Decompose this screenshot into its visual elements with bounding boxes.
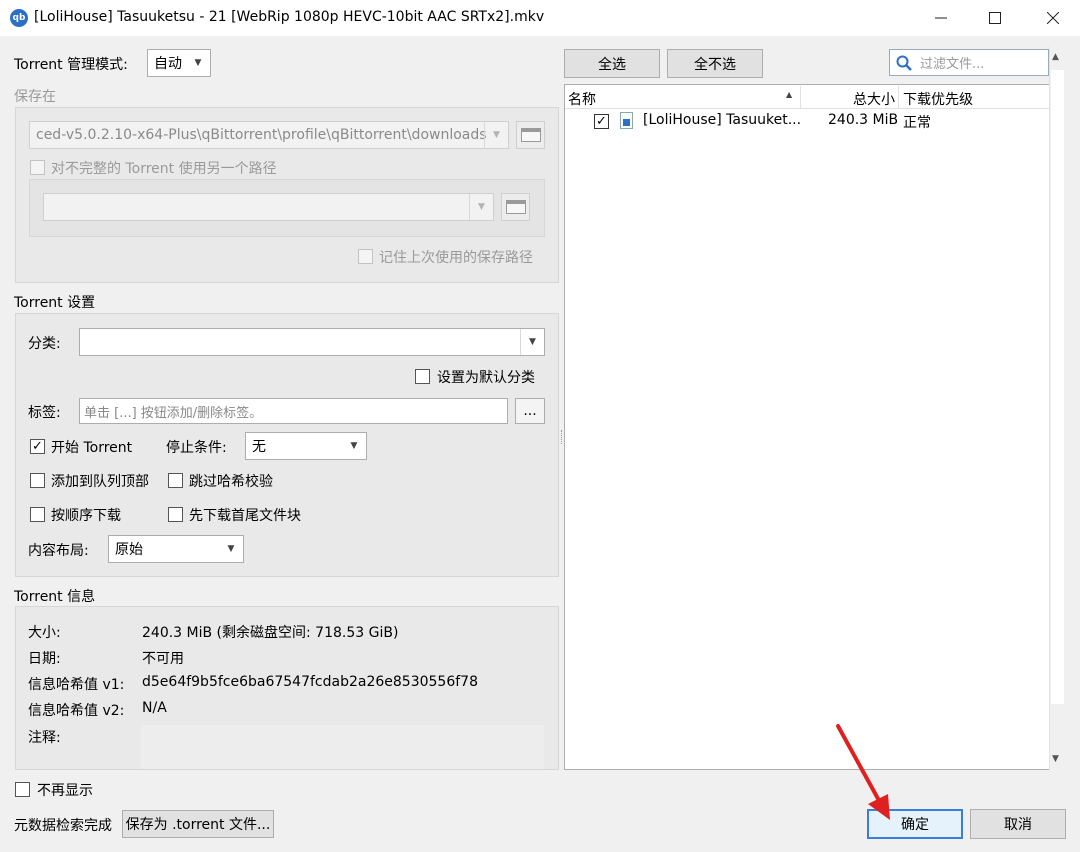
close-button[interactable] [1030, 0, 1076, 36]
scrollbar-track[interactable] [1051, 70, 1064, 704]
select-all-button[interactable]: 全选 [564, 49, 660, 78]
tags-label: 标签: [28, 405, 61, 421]
hash-v1-label: 信息哈希值 v1: [28, 677, 125, 693]
chevron-down-icon: ▼ [484, 122, 508, 148]
browse-alt-path-button[interactable] [501, 193, 530, 221]
layout-label: 内容布局: [28, 543, 89, 559]
hash-v2-label: 信息哈希值 v2: [28, 703, 125, 719]
maximize-icon [989, 12, 1001, 24]
mode-value: 自动 [154, 56, 182, 72]
window-title: [LoliHouse] Tasuuketsu - 21 [WebRip 1080… [34, 9, 545, 25]
save-torrent-file-button[interactable]: 保存为 .torrent 文件... [122, 810, 274, 838]
file-name: [LoliHouse] Tasuuket... [643, 112, 802, 128]
metadata-status: 元数据检索完成 [14, 818, 112, 834]
size-label: 大小: [28, 625, 61, 641]
dont-show-label: 不再显示 [37, 783, 93, 799]
chevron-down-icon: ▼ [227, 544, 235, 554]
cancel-button[interactable]: 取消 [970, 809, 1066, 839]
chevron-down-icon: ▼ [469, 194, 493, 220]
column-divider [898, 86, 899, 108]
start-torrent-checkbox[interactable]: ✓ [30, 439, 45, 454]
info-title: Torrent 信息 [14, 589, 96, 605]
sequential-label: 按顺序下载 [51, 508, 121, 524]
remember-path-checkbox[interactable] [358, 249, 373, 264]
sort-ascending-icon: ▲ [786, 90, 793, 99]
tags-input[interactable]: 单击 [...] 按钮添加/删除标签。 [79, 398, 508, 424]
maximize-button[interactable] [972, 0, 1018, 36]
file-size: 240.3 MiB [828, 112, 899, 128]
column-priority[interactable]: 下载优先级 [903, 89, 973, 109]
file-list-header [565, 85, 1049, 109]
column-name[interactable]: 名称 [568, 89, 596, 109]
category-combobox[interactable]: ▼ [79, 328, 545, 356]
file-priority: 正常 [903, 115, 931, 131]
skip-hash-label: 跳过哈希校验 [189, 474, 273, 490]
save-in-label: 保存在 [14, 89, 56, 105]
close-icon [1047, 12, 1059, 24]
default-category-checkbox[interactable] [415, 369, 430, 384]
chevron-down-icon: ▼ [520, 329, 544, 355]
column-size[interactable]: 总大小 [853, 89, 895, 109]
file-checkbox[interactable]: ✓ [594, 114, 609, 129]
filter-placeholder: 过滤文件... [920, 57, 985, 72]
first-last-label: 先下载首尾文件块 [189, 508, 301, 524]
search-icon [896, 55, 912, 71]
layout-combobox[interactable]: 原始 ▼ [108, 535, 244, 563]
scroll-down-icon[interactable]: ▼ [1052, 754, 1059, 764]
start-torrent-label: 开始 Torrent [51, 440, 133, 456]
dont-show-checkbox[interactable] [15, 782, 30, 797]
stop-condition-label: 停止条件: [166, 440, 227, 456]
size-value: 240.3 MiB (剩余磁盘空间: 718.53 GiB) [142, 625, 399, 641]
edit-tags-button[interactable]: ... [515, 398, 545, 424]
video-file-icon [620, 112, 633, 129]
browse-save-path-button[interactable] [516, 121, 545, 149]
mode-combobox[interactable]: 自动 ▼ [147, 49, 211, 77]
qbittorrent-app-icon: qb [10, 9, 28, 27]
hash-v1-value: d5e64f9b5fce6ba67547fcdab2a26e8530556f78 [142, 674, 478, 690]
add-top-queue-checkbox[interactable] [30, 473, 45, 488]
save-path-combobox[interactable]: ced-v5.0.2.10-x64-Plus\qBittorrent\profi… [29, 121, 509, 149]
date-value: 不可用 [142, 651, 184, 667]
first-last-checkbox[interactable] [168, 507, 183, 522]
default-category-label: 设置为默认分类 [437, 370, 535, 386]
skip-hash-checkbox[interactable] [168, 473, 183, 488]
layout-value: 原始 [115, 542, 143, 558]
minimize-button[interactable] [918, 0, 964, 36]
alt-path-combobox[interactable]: ▼ [43, 193, 494, 221]
mode-label: Torrent 管理模式: [14, 57, 128, 73]
date-label: 日期: [28, 651, 61, 667]
stop-condition-value: 无 [252, 439, 266, 455]
comment-label: 注释: [28, 730, 61, 746]
alt-path-checkbox[interactable] [30, 160, 45, 175]
remember-path-label: 记住上次使用的保存路径 [379, 250, 533, 266]
sequential-checkbox[interactable] [30, 507, 45, 522]
tags-placeholder: 单击 [...] 按钮添加/删除标签。 [84, 405, 263, 421]
add-top-queue-label: 添加到队列顶部 [51, 474, 149, 490]
chevron-down-icon: ▼ [194, 58, 202, 68]
settings-title: Torrent 设置 [14, 295, 96, 311]
select-none-button[interactable]: 全不选 [667, 49, 763, 78]
scroll-up-icon[interactable]: ▲ [1052, 52, 1059, 62]
stop-condition-combobox[interactable]: 无 ▼ [245, 432, 367, 460]
red-arrow-annotation [836, 724, 890, 820]
hash-v2-value: N/A [142, 700, 167, 716]
folder-icon [505, 200, 526, 214]
alt-path-label: 对不完整的 Torrent 使用另一个路径 [51, 161, 277, 177]
folder-icon [520, 128, 541, 142]
comment-area [141, 725, 544, 769]
column-divider [800, 86, 801, 108]
file-row[interactable] [565, 110, 1049, 134]
save-path-value: ced-v5.0.2.10-x64-Plus\qBittorrent\profi… [36, 127, 487, 143]
minimize-icon [935, 17, 947, 19]
file-list[interactable] [564, 84, 1065, 770]
category-label: 分类: [28, 336, 61, 352]
chevron-down-icon: ▼ [350, 441, 358, 451]
filter-input[interactable]: 过滤文件... [889, 49, 1049, 76]
